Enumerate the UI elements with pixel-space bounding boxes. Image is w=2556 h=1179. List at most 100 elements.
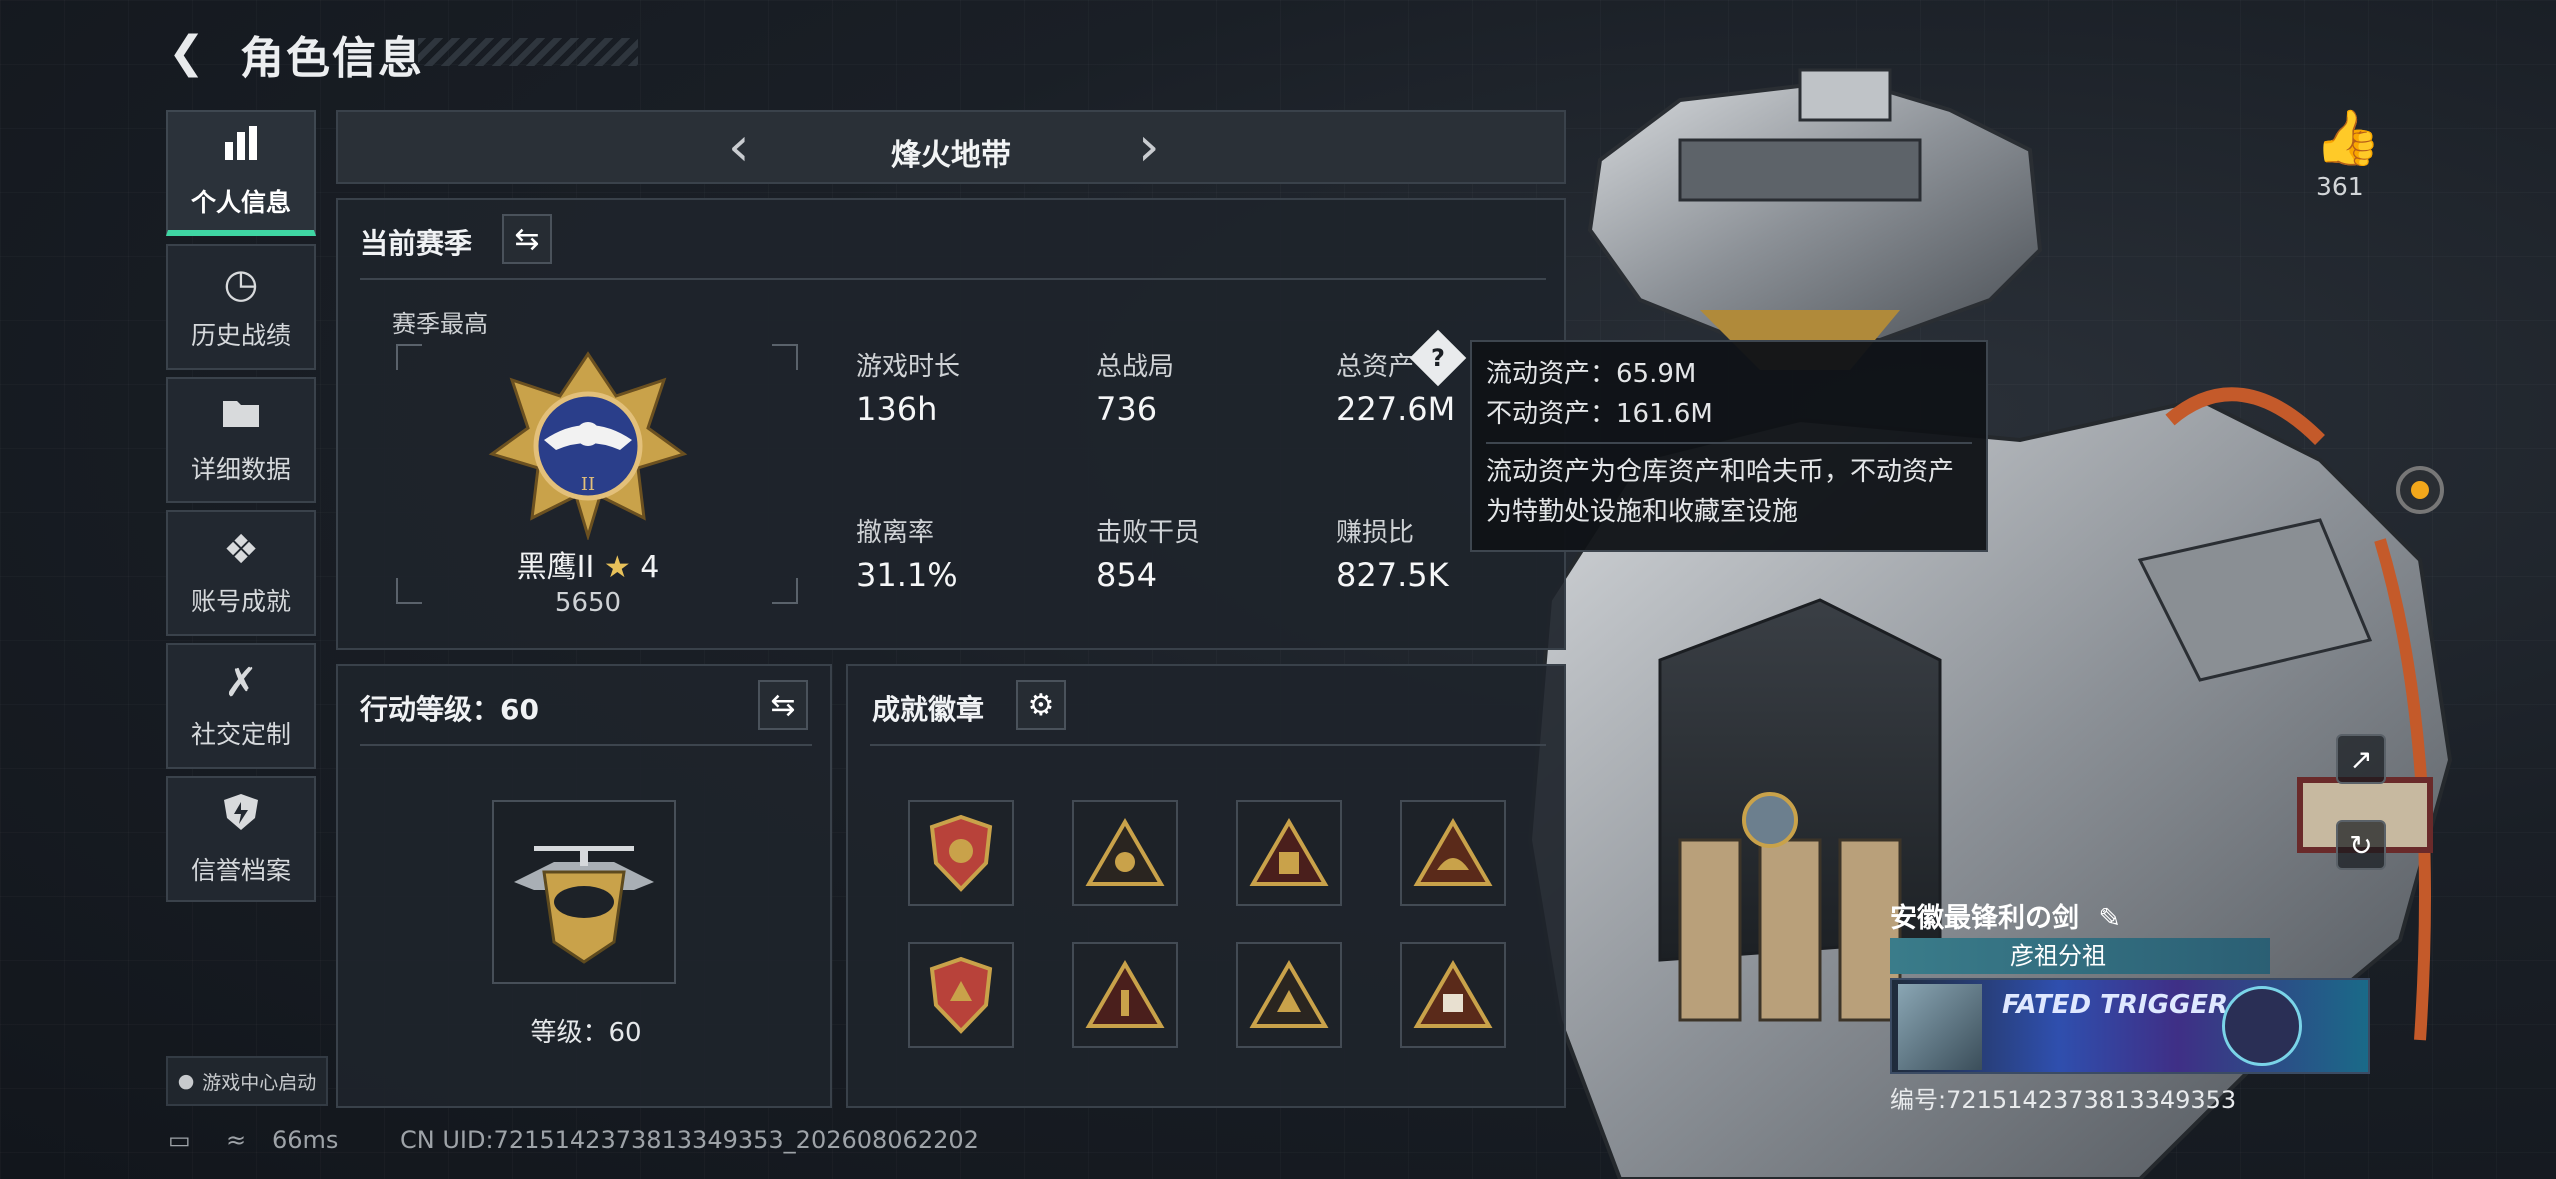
sidebar-item-label: 历史战绩 [190, 321, 291, 350]
avatar [1898, 984, 1982, 1070]
assets-description-line1: 流动资产为仓库资产和哈夫币，不动资产 [1486, 457, 1955, 487]
achievement-badge[interactable] [908, 942, 1014, 1048]
screen: ❮ 角色信息 个人信息 ◷ 历史战绩 详细数据 ❖ 账号成就 ✗ 社交定制 信誉… [0, 0, 2556, 1179]
next-mode-chevron-icon[interactable]: › [1138, 120, 1160, 174]
sidebar-item-achievements[interactable]: ❖ 账号成就 [166, 510, 316, 636]
achievement-badge[interactable] [1400, 800, 1506, 906]
help-icon[interactable]: ? [1409, 329, 1467, 387]
wifi-icon: ≈ [226, 1126, 247, 1154]
battery-icon: ▭ [168, 1126, 191, 1154]
sidebar-item-personal-info[interactable]: 个人信息 [166, 110, 316, 236]
stat-label: 游戏时长 [856, 352, 961, 382]
team-name: 彦祖分祖 [1890, 938, 2270, 974]
rank-line: 黑鹰II ★ 4 [338, 542, 838, 586]
achievement-badge[interactable] [908, 800, 1014, 906]
switch-level-icon[interactable]: ⇆ [758, 680, 808, 730]
rank-emblem-icon: II [488, 351, 688, 540]
game-center-launch-button[interactable]: ● 游戏中心启动 [166, 1056, 328, 1106]
ping-text: 66ms [272, 1126, 339, 1154]
stat-value: 736 [1096, 390, 1158, 428]
stat-label: 总资产 [1336, 352, 1415, 382]
divider [1486, 442, 1972, 444]
medal-icon: ❖ [223, 527, 259, 573]
mode-selector: ‹ 烽火地带 › [336, 110, 1566, 184]
sidebar-item-label: 详细数据 [190, 454, 291, 484]
banner-text: FATED TRIGGER [2002, 990, 2229, 1020]
player-name-text: 安徽最锋利の剑 [1890, 903, 2079, 934]
action-level-panel: 行动等级：60 ⇆ 等级：60 [336, 664, 832, 1108]
divider [360, 278, 1546, 280]
sidebar-item-label: 信誉档案 [190, 855, 291, 885]
triangle-badge-icon [1085, 818, 1165, 886]
sidebar-item-detail-data[interactable]: 详细数据 [166, 377, 316, 503]
uid-text: CN UID:7215142373813349353_202608062202 [400, 1126, 979, 1154]
assets-tooltip: 流动资产：65.9M 不动资产：161.6M 流动资产为仓库资产和哈夫币，不动资… [1470, 340, 1988, 552]
refresh-icon[interactable]: ↻ [2336, 820, 2386, 870]
like-count: 361 [2316, 172, 2364, 201]
triangle-badge-icon [1249, 818, 1329, 886]
stat-value: 31.1% [856, 556, 958, 594]
stat-label: 撤离率 [856, 518, 935, 548]
triangle-badge-icon [1413, 960, 1493, 1028]
helicopter-badge-icon [514, 846, 654, 964]
sidebar-item-label: 账号成就 [190, 587, 291, 616]
shield-badge-icon [929, 814, 993, 892]
clock-icon: ◷ [223, 261, 259, 307]
achievement-badge[interactable] [1072, 942, 1178, 1048]
assets-description-line2: 为特勤处设施和收藏室设施 [1486, 497, 1799, 527]
divider [870, 744, 1546, 746]
triangle-badge-icon [1249, 960, 1329, 1028]
fixed-assets-text: 不动资产：161.6M [1486, 399, 1713, 429]
edit-icon[interactable]: ✎ [2098, 903, 2121, 934]
achievements-title: 成就徽章 [872, 693, 985, 726]
player-name: 安徽最锋利の剑 ✎ [1890, 896, 2121, 935]
rank-stars: 4 [640, 550, 660, 585]
season-best-label: 赛季最高 [392, 310, 488, 338]
sidebar-item-history[interactable]: ◷ 历史战绩 [166, 244, 316, 370]
bar-chart-icon [221, 124, 261, 173]
stat-value: 827.5K [1336, 556, 1449, 594]
stat-value: 227.6M [1336, 390, 1456, 428]
shield-icon [222, 792, 260, 841]
achievement-badge[interactable] [1236, 942, 1342, 1048]
mode-title: 烽火地带 [891, 138, 1011, 173]
player-id: 编号:7215142373813349353 [1890, 1086, 2237, 1114]
level-emblem-frame [492, 800, 676, 984]
rank-name: 黑鹰II [516, 550, 595, 585]
divider [360, 744, 812, 746]
shield-badge-icon [929, 956, 993, 1034]
qq-icon: ● [177, 1070, 195, 1092]
frame-corner [396, 344, 422, 370]
stat-value: 854 [1096, 556, 1158, 594]
season-title: 当前赛季 [360, 227, 473, 260]
folder-icon [221, 395, 261, 440]
sidebar-item-label: 社交定制 [190, 720, 291, 749]
triangle-badge-icon [1413, 818, 1493, 886]
achievement-badge[interactable] [1400, 942, 1506, 1048]
stat-label: 赚损比 [1336, 518, 1415, 548]
profile-banner[interactable]: FATED TRIGGER [1890, 978, 2370, 1074]
frame-corner [772, 344, 798, 370]
game-center-label: 游戏中心启动 [202, 1071, 317, 1094]
stat-label: 击败干员 [1096, 518, 1201, 548]
emblem-circle [2222, 986, 2302, 1066]
share-icon[interactable]: ↗ [2336, 734, 2386, 784]
triangle-badge-icon [1085, 960, 1165, 1028]
sidebar-item-reputation[interactable]: 信誉档案 [166, 776, 316, 902]
sidebar-item-label: 个人信息 [190, 187, 291, 217]
liquid-assets-text: 流动资产：65.9M [1486, 359, 1697, 389]
achievement-badge[interactable] [1072, 800, 1178, 906]
gear-icon[interactable]: ⚙ [1016, 680, 1066, 730]
svg-text:II: II [581, 474, 595, 495]
thumbs-up-icon[interactable]: 👍 [2314, 106, 2381, 170]
stat-label: 总战局 [1096, 352, 1175, 382]
page-title: 角色信息 [240, 33, 424, 84]
achievement-badge[interactable] [1236, 800, 1342, 906]
star-icon: ★ [603, 550, 631, 585]
rank-score: 5650 [554, 588, 622, 618]
back-arrow-icon[interactable]: ❮ [168, 30, 214, 76]
title-decoration [418, 38, 638, 66]
player-card: 安徽最锋利の剑 ✎ 彦祖分祖 FATED TRIGGER 编号:72151423… [1884, 890, 2384, 1114]
sidebar-item-social[interactable]: ✗ 社交定制 [166, 643, 316, 769]
switch-season-icon[interactable]: ⇆ [502, 214, 552, 264]
